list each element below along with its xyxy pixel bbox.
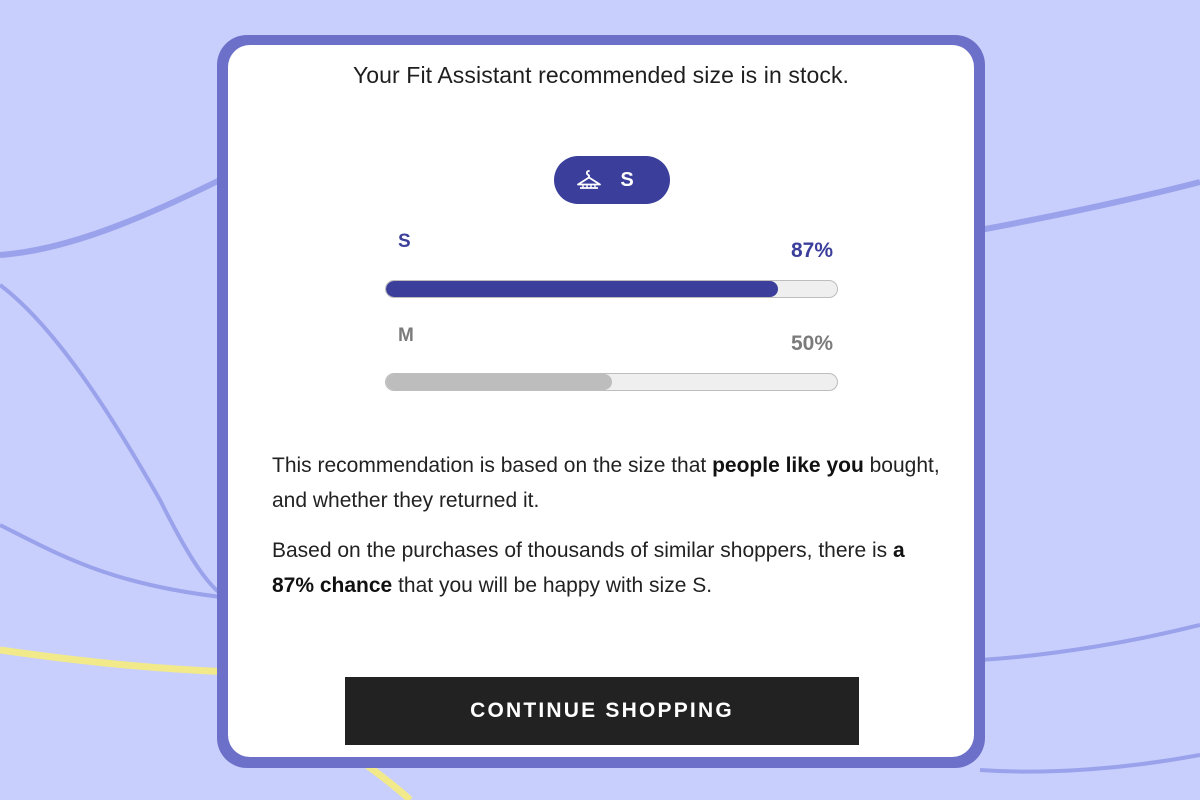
recommended-size-badge: S bbox=[554, 156, 670, 204]
fit-bar-fill-m bbox=[386, 374, 612, 390]
explanation-1-text-before: This recommendation is based on the size… bbox=[272, 454, 713, 477]
hanger-icon bbox=[577, 170, 602, 189]
size-row-percent-m: 50% bbox=[790, 332, 833, 355]
dialog-headline: Your Fit Assistant recommended size is i… bbox=[352, 62, 850, 88]
explanation-paragraph-2: Based on the purchases of thousands of s… bbox=[272, 533, 952, 603]
size-row-label-m: M bbox=[398, 325, 414, 346]
size-row-label-s: S bbox=[398, 231, 411, 252]
explanation-1-emphasis: people like you bbox=[712, 454, 864, 477]
fit-assistant-dialog-frame: Your Fit Assistant recommended size is i… bbox=[217, 35, 985, 768]
fit-bar-m bbox=[385, 373, 838, 391]
explanation-paragraph-1: This recommendation is based on the size… bbox=[272, 448, 952, 518]
fit-bar-s bbox=[385, 280, 838, 298]
fit-assistant-dialog: Your Fit Assistant recommended size is i… bbox=[228, 45, 974, 757]
continue-shopping-button[interactable]: CONTINUE SHOPPING bbox=[345, 677, 859, 745]
explanation-2-text-before: Based on the purchases of thousands of s… bbox=[272, 539, 894, 562]
explanation-2-text-after: that you will be happy with size S. bbox=[392, 574, 713, 597]
recommended-size-label: S bbox=[620, 168, 634, 191]
fit-bar-fill-s bbox=[386, 281, 779, 297]
size-row-percent-s: 87% bbox=[790, 239, 833, 262]
